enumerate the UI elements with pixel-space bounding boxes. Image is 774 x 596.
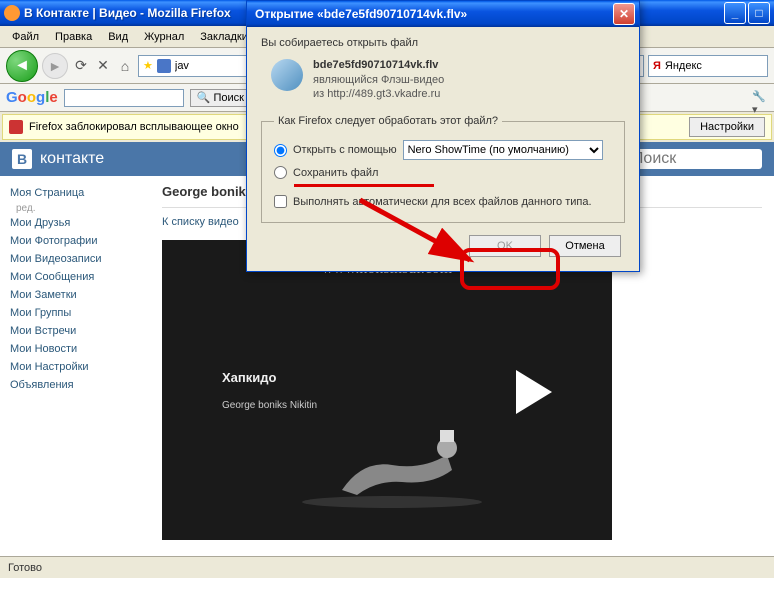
bookmark-star-icon[interactable]: ★: [143, 59, 153, 72]
label-auto[interactable]: Выполнять автоматически для всех файлов …: [293, 196, 592, 208]
app-select[interactable]: Nero ShowTime (по умолчанию): [403, 140, 603, 160]
sidebar-item-ads[interactable]: Объявления: [10, 376, 140, 394]
vk-logo-icon[interactable]: В: [12, 149, 32, 169]
status-text: Готово: [8, 562, 42, 574]
sidebar-item-mypage[interactable]: Моя Страница: [10, 184, 140, 202]
video-title: Хапкидо: [222, 370, 276, 385]
stop-button[interactable]: ✕: [94, 57, 112, 75]
dialog-filefrom: из http://489.gt3.vkadre.ru: [313, 87, 444, 101]
menu-history[interactable]: Журнал: [136, 29, 192, 45]
sidebar-item-friends[interactable]: Мои Друзья: [10, 214, 140, 232]
radio-open-with[interactable]: [274, 144, 287, 157]
back-button[interactable]: ◄: [6, 50, 38, 82]
vk-brand: контакте: [40, 150, 104, 168]
label-open-with[interactable]: Открыть с помощью: [293, 144, 397, 156]
dialog-intro: Вы собираетесь открыть файл: [261, 37, 625, 49]
sidebar: Моя Страница ред. Мои Друзья Мои Фотогра…: [0, 176, 150, 596]
file-type-icon: [271, 59, 303, 91]
video-author: George boniks Nikitin: [222, 400, 317, 411]
notify-settings-button[interactable]: Настройки: [689, 117, 765, 137]
label-save-file[interactable]: Сохранить файл: [293, 167, 378, 179]
sidebar-item-photos[interactable]: Мои Фотографии: [10, 232, 140, 250]
radio-save-file[interactable]: [274, 166, 287, 179]
sidebar-item-events[interactable]: Мои Встречи: [10, 322, 140, 340]
firefox-icon: [4, 5, 20, 21]
play-icon[interactable]: [516, 370, 552, 414]
wrench-icon[interactable]: 🔧 ▾: [752, 90, 768, 106]
google-search-input[interactable]: [64, 89, 184, 107]
cancel-button[interactable]: Отмена: [549, 235, 621, 257]
sidebar-item-videos[interactable]: Мои Видеозаписи: [10, 250, 140, 268]
forward-button[interactable]: ►: [42, 53, 68, 79]
minimize-button[interactable]: _: [724, 2, 746, 24]
dialog-titlebar[interactable]: Открытие «bde7e5fd90710714vk.flv» ✕: [247, 1, 639, 27]
notify-text: Firefox заблокировал всплывающее окно: [29, 121, 239, 133]
menu-file[interactable]: Файл: [4, 29, 47, 45]
dialog-action-fieldset: Как Firefox следует обработать этот файл…: [261, 115, 625, 223]
reload-button[interactable]: ⟳: [72, 57, 90, 75]
checkbox-auto[interactable]: [274, 195, 287, 208]
sidebar-item-messages[interactable]: Мои Сообщения: [10, 268, 140, 286]
google-logo: Google: [6, 89, 58, 106]
sidebar-item-settings[interactable]: Мои Настройки: [10, 358, 140, 376]
menu-view[interactable]: Вид: [100, 29, 136, 45]
home-button[interactable]: ⌂: [116, 57, 134, 75]
video-player[interactable]: www.honsinsui.com Хапкидо George boniks …: [162, 240, 612, 540]
dialog-filetype: являющийся Флэш-видео: [313, 73, 444, 87]
dialog-title: Открытие «bde7e5fd90710714vk.flv»: [251, 7, 611, 21]
sidebar-edit-link[interactable]: ред.: [16, 203, 36, 214]
site-favicon: [157, 59, 171, 73]
dialog-close-button[interactable]: ✕: [613, 3, 635, 25]
menu-edit[interactable]: Правка: [47, 29, 100, 45]
yandex-search[interactable]: Я Яндекс: [648, 55, 768, 77]
sidebar-item-news[interactable]: Мои Новости: [10, 340, 140, 358]
yandex-icon: Я: [653, 60, 661, 72]
yandex-label: Яндекс: [665, 60, 702, 72]
download-dialog: Открытие «bde7e5fd90710714vk.flv» ✕ Вы с…: [246, 0, 640, 272]
ok-button[interactable]: OK: [469, 235, 541, 257]
video-thumbnail-figure: [282, 420, 502, 510]
dialog-legend: Как Firefox следует обработать этот файл…: [274, 115, 502, 127]
shield-icon: [9, 120, 23, 134]
maximize-button[interactable]: □: [748, 2, 770, 24]
sidebar-item-groups[interactable]: Мои Группы: [10, 304, 140, 322]
google-search-button[interactable]: 🔍 Поиск: [190, 89, 251, 107]
dialog-filename: bde7e5fd90710714vk.flv: [313, 59, 444, 73]
status-bar: Готово: [0, 556, 774, 578]
sidebar-item-notes[interactable]: Мои Заметки: [10, 286, 140, 304]
